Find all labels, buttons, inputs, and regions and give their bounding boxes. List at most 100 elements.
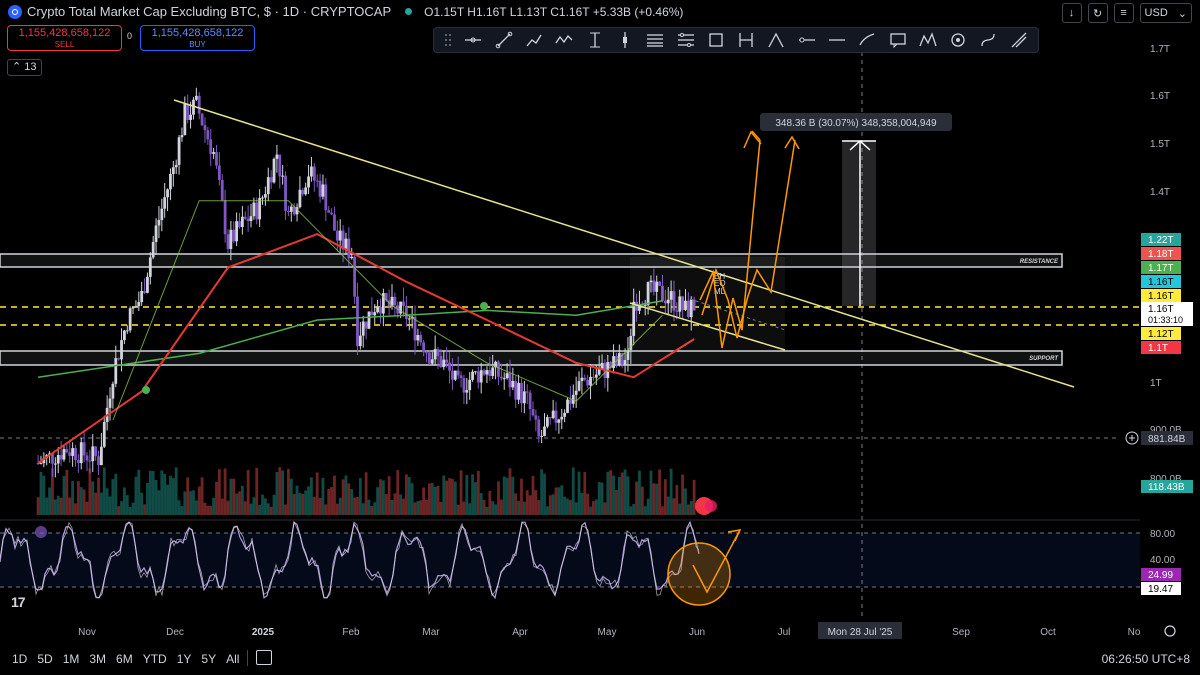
volume-bar (448, 478, 451, 515)
volume-bar (603, 502, 607, 515)
price-chart[interactable]: RESISTANCE SUPPORT 348.36 B (30.07%) 348… (0, 0, 1200, 640)
curve-icon[interactable] (979, 31, 997, 49)
volume-bar (353, 497, 356, 515)
pattern-icon[interactable] (919, 31, 937, 49)
volume-bar (148, 470, 152, 515)
range-all[interactable]: All (226, 652, 239, 666)
volume-bar (615, 489, 618, 515)
candle (154, 225, 158, 243)
candle (215, 152, 218, 166)
range-5d[interactable]: 5D (37, 652, 52, 666)
candle (212, 152, 216, 154)
volume-bar (666, 496, 670, 515)
resistance-zone (0, 253, 1063, 268)
regression-icon[interactable] (677, 31, 695, 49)
volume-bar (425, 499, 428, 515)
ma-green-line (37, 300, 663, 378)
candle (223, 200, 227, 235)
candle (249, 216, 253, 222)
volume-bar (511, 476, 515, 515)
price-label: 1.1T (1148, 343, 1168, 354)
candle (402, 301, 405, 306)
candle (505, 373, 509, 379)
divider (247, 650, 248, 666)
indicator-toggle[interactable]: ⌃ 13 (7, 59, 42, 76)
volume-bar (315, 472, 319, 515)
volume-bar (410, 483, 414, 515)
range-1m[interactable]: 1M (63, 652, 80, 666)
parallel-channel-icon[interactable] (646, 31, 664, 49)
volume-bar (451, 478, 454, 515)
candle (557, 419, 561, 423)
buy-button[interactable]: 1,155,428,658,122 BUY (140, 25, 255, 51)
trend-line-icon[interactable] (495, 31, 513, 49)
chevron-down-icon: ⌄ (1177, 7, 1187, 20)
refresh-icon[interactable]: ↻ (1087, 3, 1108, 23)
volume-bar (249, 503, 253, 515)
volume-bar (71, 480, 75, 515)
volume-bar (612, 475, 615, 515)
clock[interactable]: 06:26:50 UTC+8 (1102, 652, 1190, 666)
volume-bar (580, 493, 584, 515)
calendar-icon[interactable] (256, 650, 272, 665)
candle (151, 242, 155, 258)
volume-bar (350, 489, 354, 515)
more-icon[interactable]: ≡ (1113, 3, 1134, 23)
range-3m[interactable]: 3M (89, 652, 106, 666)
brush-icon[interactable] (858, 31, 876, 49)
volume-bar (88, 468, 92, 515)
arrow-line-icon[interactable] (828, 31, 846, 49)
arrow-down-icon[interactable]: ↓ (1061, 3, 1082, 23)
candle (474, 371, 477, 373)
volume-bar (344, 475, 348, 515)
volume-bar (597, 481, 601, 515)
range-1y[interactable]: 1Y (177, 652, 192, 666)
range-5y[interactable]: 5Y (201, 652, 216, 666)
candle (370, 311, 374, 316)
range-6m[interactable]: 6M (116, 652, 133, 666)
sell-button[interactable]: 1,155,428,658,122 SELL (7, 25, 122, 51)
currency-select[interactable]: USD ⌄ (1139, 3, 1192, 23)
candle (272, 158, 276, 183)
market-status-icon (405, 8, 413, 15)
volume-bar (321, 477, 325, 515)
volume-bar (347, 483, 351, 515)
candle (261, 197, 264, 199)
volume-bar (102, 467, 106, 515)
volume-bar (396, 470, 400, 515)
ellipse-icon[interactable] (949, 31, 967, 49)
candle (451, 370, 454, 380)
ray-icon[interactable] (525, 31, 543, 49)
horizontal-line-icon[interactable] (464, 31, 482, 49)
volume-bar (499, 499, 503, 515)
range-1d[interactable]: 1D (12, 652, 27, 666)
x-tick: Jun (689, 627, 705, 638)
candle (333, 214, 336, 231)
volume-bar (407, 476, 411, 515)
candle (85, 455, 89, 461)
volume-bar (298, 492, 302, 515)
polyline-icon[interactable] (555, 31, 573, 49)
horizontal-ray-icon[interactable] (798, 31, 816, 49)
rsi-tick: 40.00 (1150, 555, 1175, 566)
measure-icon[interactable] (1010, 31, 1028, 49)
triangle-icon[interactable] (767, 31, 785, 49)
price-label: 1.22T (1148, 235, 1174, 246)
candle (312, 166, 316, 181)
symbol-title[interactable]: Crypto Total Market Cap Excluding BTC, $… (27, 4, 391, 19)
resistance-label: RESISTANCE (1020, 259, 1059, 265)
cursor-icon[interactable] (586, 31, 604, 49)
rectangle-icon[interactable] (707, 31, 725, 49)
range-ytd[interactable]: YTD (143, 652, 167, 666)
volume-bar (91, 481, 95, 515)
long-position-icon[interactable] (616, 31, 634, 49)
text-callout-icon[interactable] (889, 31, 907, 49)
drag-handle-icon[interactable] (444, 31, 452, 49)
candle (430, 359, 434, 364)
volume-bar (592, 501, 595, 515)
candle (189, 114, 192, 120)
volume-bar (428, 483, 431, 515)
candle (180, 135, 184, 138)
fork-icon[interactable] (737, 31, 755, 49)
volume-bar (243, 501, 247, 515)
